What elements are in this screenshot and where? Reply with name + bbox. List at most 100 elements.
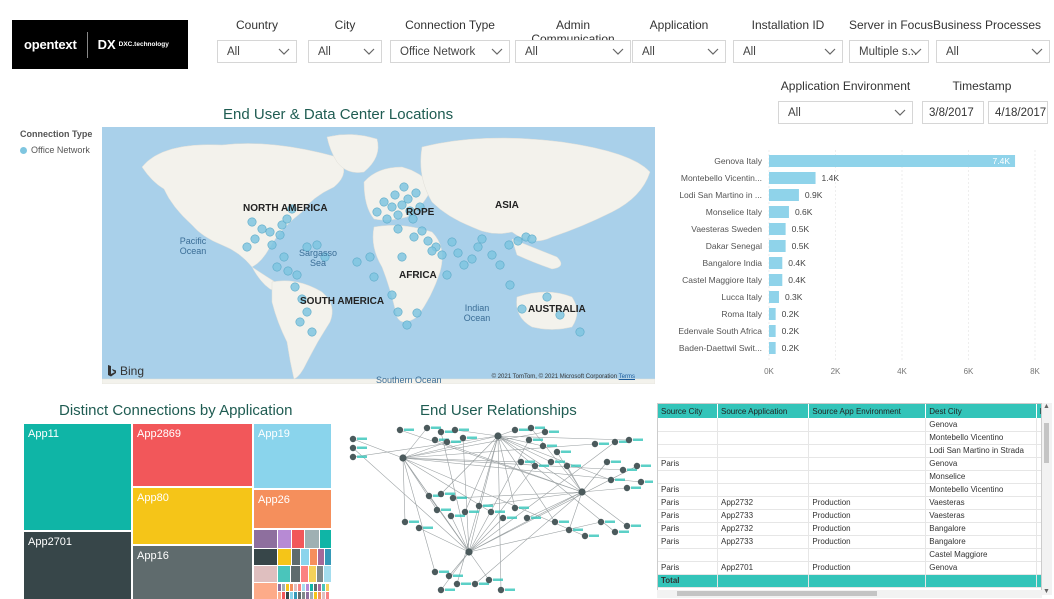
treemap-small-tile[interactable]	[310, 584, 313, 591]
treemap-small-tile[interactable]	[306, 592, 309, 599]
treemap-small-tile[interactable]	[317, 566, 323, 582]
treemap-tile-app16[interactable]: App16	[133, 546, 252, 599]
treemap-small-tile[interactable]	[278, 584, 281, 591]
business-processes-dropdown[interactable]: All	[936, 40, 1050, 63]
treemap-tile-app11[interactable]: App11	[24, 424, 131, 530]
scrollbar-thumb[interactable]	[1044, 423, 1049, 463]
treemap-small-tile[interactable]	[254, 530, 277, 548]
dxc-logo-mark: DX	[97, 37, 116, 52]
table-header-cell[interactable]: Source Application	[717, 404, 810, 418]
treemap-small-tile[interactable]	[294, 592, 297, 599]
treemap-small-tile[interactable]	[314, 584, 317, 591]
slicer-server-in-focus: Server in Focus	[849, 18, 933, 32]
treemap-small-tile[interactable]	[318, 592, 321, 599]
application-dropdown[interactable]: All	[632, 40, 726, 63]
treemap-small-tile[interactable]	[310, 592, 313, 599]
table-vertical-scrollbar[interactable]: ▲ ▼	[1042, 403, 1052, 595]
treemap-small-tile[interactable]	[302, 584, 305, 591]
treemap-small-tile[interactable]	[292, 549, 300, 565]
treemap-small-tiles[interactable]	[254, 530, 331, 599]
table-header-cell[interactable]: Source App Environment	[808, 404, 927, 418]
treemap-tile-app80[interactable]: App80	[133, 488, 252, 544]
treemap-small-tile[interactable]	[278, 549, 291, 565]
table-row[interactable]: Paris Montebello Vicentino	[658, 483, 1041, 497]
treemap-small-tile[interactable]	[318, 549, 324, 565]
treemap-small-tile[interactable]	[286, 592, 289, 599]
admin-communication-dropdown[interactable]: All	[515, 40, 631, 63]
treemap-small-tile[interactable]	[290, 584, 293, 591]
table-row[interactable]: Paris App2733 Production Bangalore	[658, 535, 1041, 549]
table-row[interactable]: Paris Genova	[658, 457, 1041, 471]
legend-item[interactable]: Office Network	[20, 145, 90, 155]
x-tick-label: 4K	[897, 367, 907, 376]
table-header-cell[interactable]: Source City	[658, 404, 718, 418]
network-graph[interactable]	[345, 422, 653, 599]
treemap-small-tile[interactable]	[254, 549, 277, 565]
connection-type-dropdown[interactable]: Office Network	[390, 40, 510, 63]
treemap-small-tile[interactable]	[292, 530, 304, 548]
treemap-small-tile[interactable]	[314, 592, 317, 599]
treemap-small-tile[interactable]	[298, 592, 301, 599]
treemap-small-tile[interactable]	[282, 592, 285, 599]
treemap-small-tile[interactable]	[278, 566, 290, 582]
treemap-small-tile[interactable]	[254, 566, 277, 582]
treemap-small-tile[interactable]	[324, 566, 331, 582]
table-row[interactable]: Genova	[658, 418, 1041, 432]
treemap-small-tile[interactable]	[322, 584, 325, 591]
treemap-small-tile[interactable]	[325, 549, 331, 565]
treemap-small-tile[interactable]	[309, 566, 316, 582]
treemap-small-tile[interactable]	[278, 530, 291, 548]
network-node-label	[469, 510, 479, 513]
treemap-small-tile[interactable]	[254, 583, 277, 599]
table-row[interactable]: Paris App2733 Production Vaesteras	[658, 509, 1041, 523]
treemap-small-tile[interactable]	[302, 592, 305, 599]
city-bar-chart[interactable]: 0K 2K 4K 6K 8K Genova Italy 7.4K Montebello Vic…	[665, 150, 1054, 380]
timestamp-end-input[interactable]: 4/18/2017	[988, 101, 1048, 124]
scroll-up-icon[interactable]: ▲	[1043, 403, 1050, 410]
world-map[interactable]: NORTH AMERICA ROPE ASIA AFRICA SOUTH AME…	[102, 127, 655, 384]
treemap-small-tile[interactable]	[310, 549, 317, 565]
table-row[interactable]: Montebello Vicentino	[658, 431, 1041, 445]
network-node-label	[589, 534, 599, 537]
treemap-small-tile[interactable]	[306, 584, 309, 591]
treemap-small-tile[interactable]	[278, 592, 281, 599]
table-row[interactable]: Paris App2732 Production Vaesteras	[658, 496, 1041, 510]
treemap-tile-app26[interactable]: App26	[254, 490, 331, 528]
network-node-label	[559, 520, 569, 523]
city-dropdown[interactable]: All	[308, 40, 382, 63]
treemap-small-tile[interactable]	[326, 592, 329, 599]
treemap-tile-app2701[interactable]: App2701	[24, 532, 131, 599]
treemap-small-tile[interactable]	[301, 566, 308, 582]
treemap-small-tile[interactable]	[326, 584, 329, 591]
table-header-cell[interactable]: Dest City	[925, 404, 1037, 418]
treemap-small-tile[interactable]	[282, 584, 285, 591]
treemap-tile-app19[interactable]: App19	[254, 424, 331, 488]
treemap-small-tile[interactable]	[291, 566, 300, 582]
treemap-small-tile[interactable]	[298, 584, 301, 591]
treemap-small-tile[interactable]	[305, 530, 319, 548]
table-row[interactable]: Monselice	[658, 470, 1041, 484]
scroll-down-icon[interactable]: ▼	[1043, 588, 1050, 595]
application-environment-dropdown[interactable]: All	[778, 101, 913, 124]
scrollbar-thumb[interactable]	[677, 591, 877, 596]
treemap-small-tile[interactable]	[294, 584, 297, 591]
treemap-small-tile[interactable]	[290, 592, 293, 599]
treemap-small-tile[interactable]	[318, 584, 321, 591]
server-in-focus-dropdown[interactable]: Multiple s...	[849, 40, 929, 63]
treemap-small-tile[interactable]	[286, 584, 289, 591]
treemap-small-tile[interactable]	[320, 530, 331, 548]
table-row[interactable]: Castel Maggiore	[658, 548, 1041, 562]
map-location-point	[477, 234, 487, 244]
treemap-tile-app2869[interactable]: App2869	[133, 424, 252, 486]
table-row[interactable]: Lodi San Martino in Strada	[658, 444, 1041, 458]
timestamp-start-input[interactable]: 3/8/2017	[922, 101, 984, 124]
relationships-table[interactable]: Source City Source Application Source App …	[657, 403, 1042, 597]
treemap-small-tile[interactable]	[322, 592, 325, 599]
country-dropdown[interactable]: All	[217, 40, 297, 63]
installation-id-dropdown[interactable]: All	[733, 40, 843, 63]
table-row[interactable]: Paris App2701 Production Genova	[658, 561, 1041, 575]
table-row[interactable]: Paris App2732 Production Bangalore	[658, 522, 1041, 536]
table-horizontal-scrollbar[interactable]	[657, 590, 1042, 598]
treemap-small-tile[interactable]	[301, 549, 309, 565]
terms-link[interactable]: Terms	[619, 374, 635, 380]
